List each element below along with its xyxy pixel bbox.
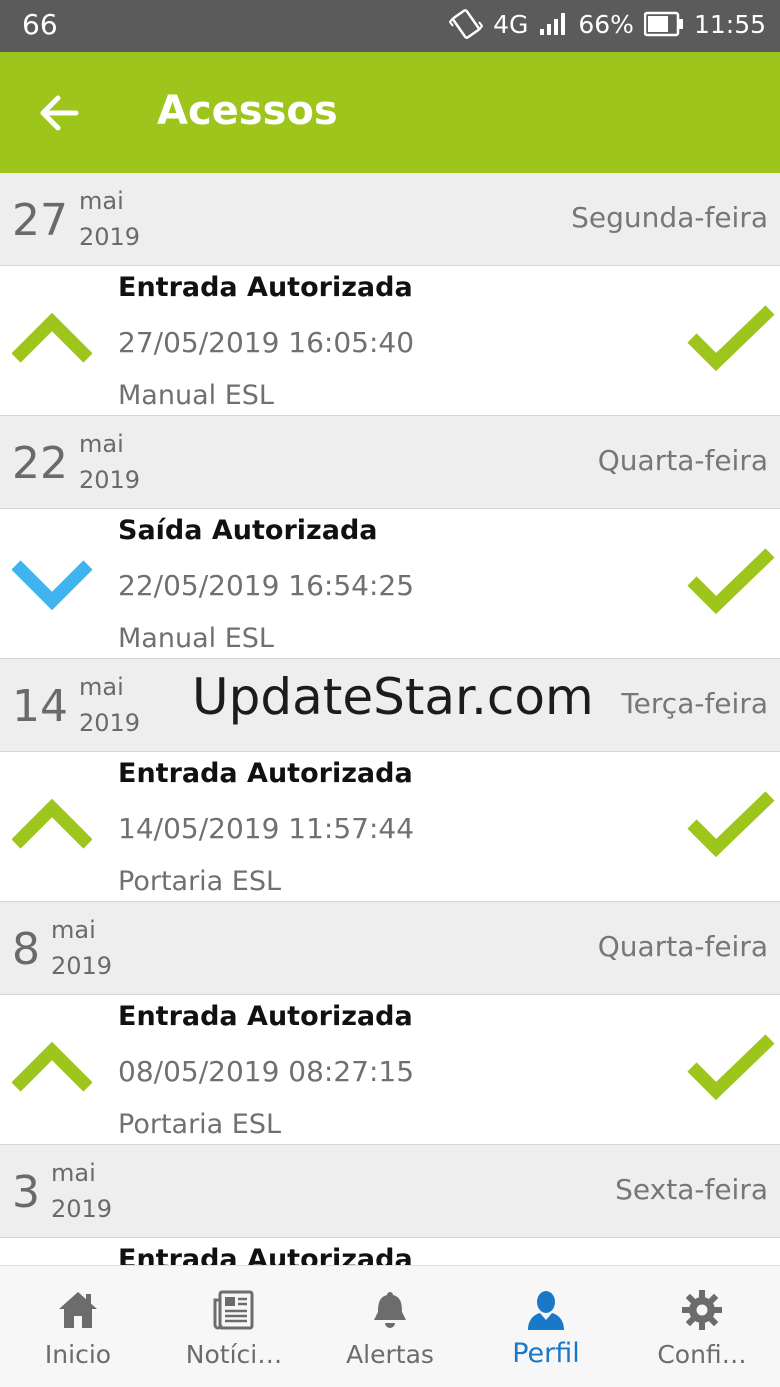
signal-icon: [538, 11, 568, 37]
network-type: 4G: [493, 9, 529, 39]
nav-label: Perfil: [512, 1338, 580, 1369]
watermark: UpdateStar.com: [192, 668, 594, 726]
nav-item-configuracoes[interactable]: Confi…: [624, 1266, 780, 1387]
clock: 11:55: [693, 9, 766, 39]
nav-label: Inicio: [44, 1340, 112, 1369]
entry-title: Saída Autorizada: [118, 515, 378, 546]
status-bar: 66 4G 66% 11:55: [0, 0, 780, 52]
access-entry[interactable]: Entrada Autorizada 14/05/2019 11:57:44 P…: [0, 752, 780, 902]
date-weekday: Quarta-feira: [597, 444, 768, 477]
entry-datetime: 22/05/2019 16:54:25: [118, 569, 415, 602]
entry-source: Manual ESL: [118, 380, 274, 411]
battery-icon: [643, 11, 684, 37]
check-icon: [687, 548, 775, 615]
nav-label: Confi…: [657, 1340, 747, 1369]
date-month: mai: [51, 916, 96, 944]
vibrate-icon: [449, 9, 484, 39]
access-entry[interactable]: Saída Autorizada 22/05/2019 16:54:25 Man…: [0, 509, 780, 659]
nav-item-noticias[interactable]: Notíci…: [156, 1266, 312, 1387]
entry-datetime: 14/05/2019 11:57:44: [118, 812, 415, 845]
person-icon: [528, 1291, 564, 1330]
date-header: 8 mai 2019 Quarta-feira: [0, 902, 780, 995]
battery-percent: 66%: [578, 9, 634, 39]
date-day: 8: [12, 924, 40, 975]
entry-title: Entrada Autorizada: [118, 272, 413, 303]
entry-datetime: 08/05/2019 08:27:15: [118, 1055, 415, 1088]
date-weekday: Segunda-feira: [571, 201, 768, 234]
date-month: mai: [79, 673, 124, 701]
check-icon: [687, 305, 775, 372]
nav-label: Notíci…: [185, 1340, 283, 1369]
date-year: 2019: [79, 223, 141, 251]
gear-icon: [682, 1290, 722, 1330]
access-entry[interactable]: Entrada Autorizada: [0, 1238, 780, 1265]
entry-title: Entrada Autorizada: [118, 1001, 413, 1032]
date-month: mai: [51, 1159, 96, 1187]
newspaper-icon: [213, 1290, 254, 1330]
access-entry[interactable]: Entrada Autorizada 08/05/2019 08:27:15 P…: [0, 995, 780, 1145]
nav-label: Alertas: [346, 1340, 434, 1369]
date-weekday: Terça-feira: [621, 687, 768, 720]
access-entry[interactable]: Entrada Autorizada 27/05/2019 16:05:40 M…: [0, 266, 780, 416]
back-button[interactable]: [34, 90, 84, 136]
entry-datetime: 27/05/2019 16:05:40: [118, 326, 415, 359]
notification-count: 66: [22, 8, 58, 41]
entry-arrow-icon: [12, 312, 92, 363]
date-day: 3: [12, 1167, 40, 1218]
date-day: 22: [12, 438, 68, 489]
date-day: 14: [12, 681, 68, 732]
nav-item-perfil[interactable]: Perfil: [468, 1266, 624, 1387]
date-header: 27 mai 2019 Segunda-feira: [0, 173, 780, 266]
entry-source: Portaria ESL: [118, 866, 282, 897]
date-header: 3 mai 2019 Sexta-feira: [0, 1145, 780, 1238]
date-year: 2019: [51, 1195, 113, 1223]
entry-title: Entrada Autorizada: [118, 758, 413, 789]
date-day: 27: [12, 195, 68, 246]
arrow-left-icon: [40, 95, 79, 131]
date-weekday: Quarta-feira: [597, 930, 768, 963]
nav-item-inicio[interactable]: Inicio: [0, 1266, 156, 1387]
entry-arrow-icon: [12, 1041, 92, 1092]
page-title: Acessos: [157, 88, 338, 134]
date-header: 22 mai 2019 Quarta-feira: [0, 416, 780, 509]
home-icon: [59, 1292, 97, 1328]
app-bar: Acessos: [0, 52, 780, 173]
nav-item-alertas[interactable]: Alertas: [312, 1266, 468, 1387]
entry-title: Entrada Autorizada: [118, 1244, 413, 1265]
date-year: 2019: [79, 709, 141, 737]
exit-arrow-icon: [12, 560, 92, 611]
entry-source: Manual ESL: [118, 623, 274, 654]
check-icon: [687, 791, 775, 858]
date-month: mai: [79, 430, 124, 458]
date-year: 2019: [79, 466, 141, 494]
date-weekday: Sexta-feira: [615, 1173, 768, 1206]
date-month: mai: [79, 187, 124, 215]
bell-icon: [374, 1292, 406, 1328]
bottom-nav: Inicio Notíci… Alertas Perfil Confi…: [0, 1265, 780, 1387]
date-year: 2019: [51, 952, 113, 980]
entry-arrow-icon: [12, 798, 92, 849]
entry-source: Portaria ESL: [118, 1109, 282, 1140]
check-icon: [687, 1034, 775, 1101]
